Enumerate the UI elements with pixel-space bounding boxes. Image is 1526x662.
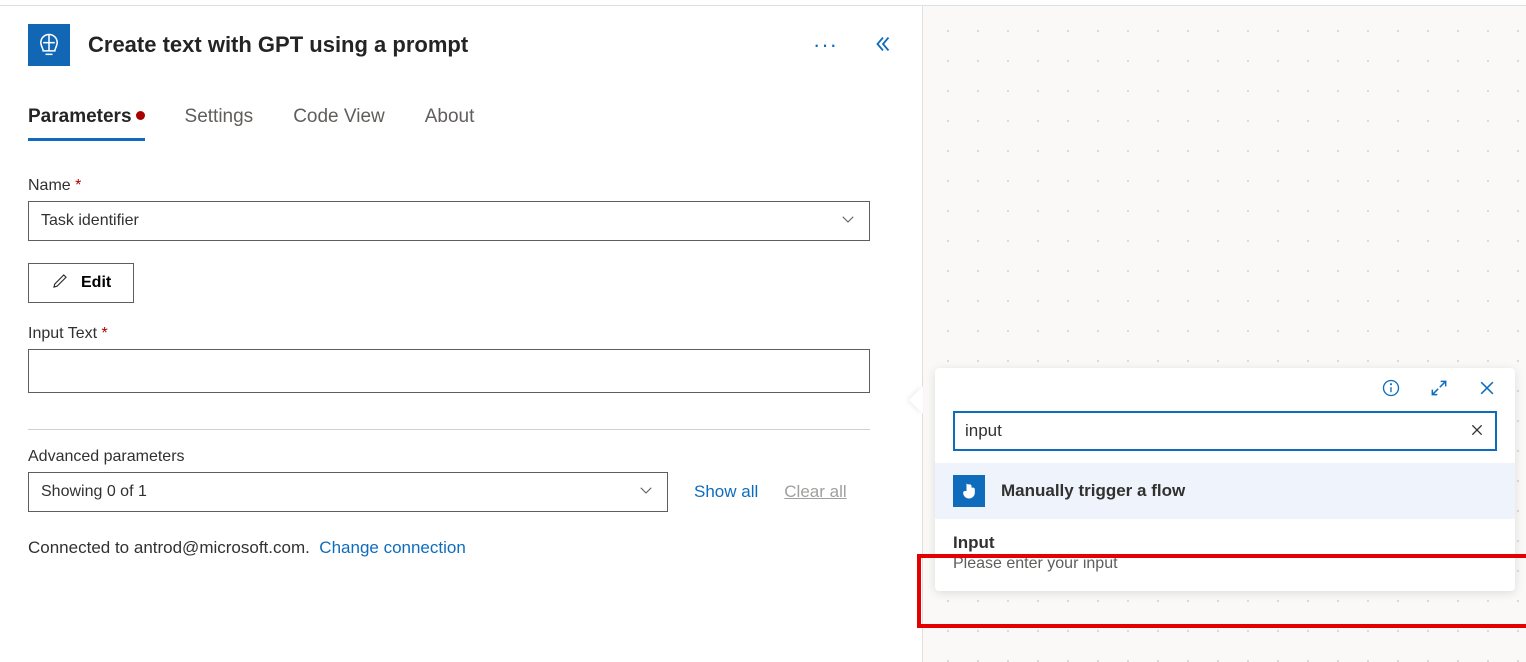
trigger-title: Manually trigger a flow [1001,481,1185,501]
name-label: Name * [28,177,870,195]
tab-parameters[interactable]: Parameters [28,106,145,141]
panel-header: Create text with GPT using a prompt ··· [28,24,920,66]
divider [28,429,870,430]
dynamic-content-result[interactable]: Input Please enter your input [935,519,1515,591]
dynamic-content-search[interactable] [953,411,1497,451]
action-config-panel: Create text with GPT using a prompt ··· … [0,10,920,558]
clear-all-link: Clear all [784,482,846,502]
edit-button[interactable]: Edit [28,263,134,303]
close-icon[interactable] [1477,378,1497,401]
show-all-link[interactable]: Show all [694,482,758,502]
advanced-value: Showing 0 of 1 [41,483,147,501]
expand-icon[interactable] [1429,378,1449,401]
tab-bar: Parameters Settings Code View About [28,106,920,141]
pencil-icon [51,272,69,295]
edit-label: Edit [81,274,111,292]
connection-info: Connected to antrod@microsoft.com. Chang… [28,538,870,558]
advanced-params-select[interactable]: Showing 0 of 1 [28,472,668,512]
dynamic-content-flyout: Manually trigger a flow Input Please ent… [935,368,1515,591]
flow-canvas[interactable]: Manually trigger a flow Input Please ent… [922,6,1526,662]
tab-about[interactable]: About [425,106,475,141]
more-menu-icon[interactable]: ··· [803,32,848,58]
chevron-down-icon [637,481,655,504]
info-icon[interactable] [1381,378,1401,401]
change-connection-link[interactable]: Change connection [319,538,466,557]
pointer-icon [909,386,923,414]
tab-settings[interactable]: Settings [185,106,254,141]
error-dot-icon [136,111,145,120]
input-text-label: Input Text * [28,325,870,343]
search-input[interactable] [965,421,1469,441]
gpt-action-icon [28,24,70,66]
clear-search-icon[interactable] [1469,422,1485,441]
manual-trigger-icon [953,475,985,507]
panel-title: Create text with GPT using a prompt [88,32,785,58]
trigger-group[interactable]: Manually trigger a flow [935,463,1515,519]
result-desc: Please enter your input [953,555,1497,573]
name-value: Task identifier [41,212,139,230]
chevron-down-icon [839,210,857,233]
tab-codeview[interactable]: Code View [293,106,385,141]
advanced-params-label: Advanced parameters [28,448,870,466]
tab-label: Parameters [28,106,132,127]
result-title: Input [953,533,1497,553]
input-text-field[interactable] [28,349,870,393]
collapse-panel-icon[interactable] [866,33,900,58]
name-select[interactable]: Task identifier [28,201,870,241]
